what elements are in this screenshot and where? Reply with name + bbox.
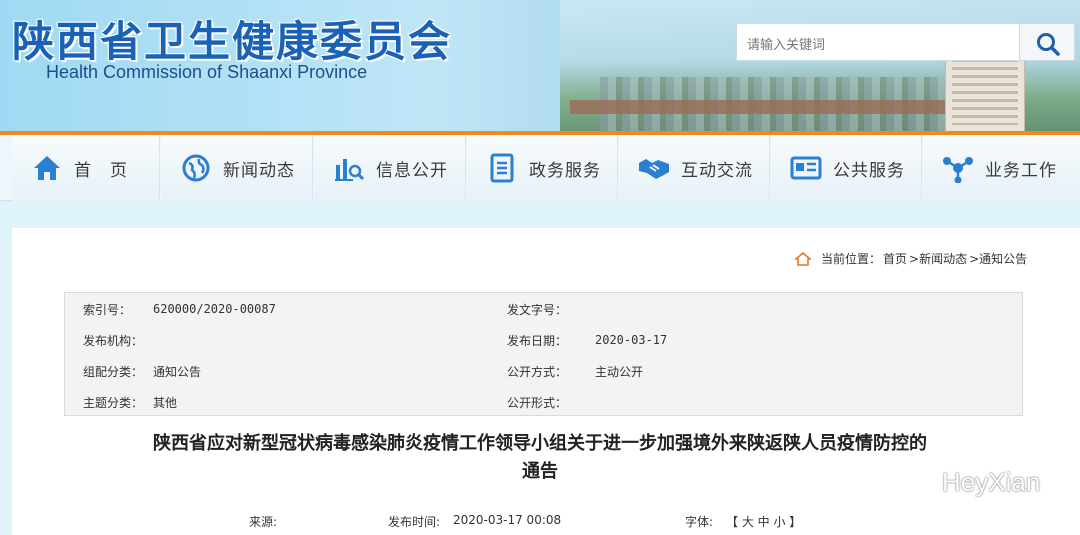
breadcrumb-prefix: 当前位置： (821, 252, 882, 266)
site-subtitle: Health Commission of Shaanxi Province (46, 62, 368, 82)
article-title-line1: 陕西省应对新型冠状病毒感染肺炎疫情工作领导小组关于进一步加强境外来陕返陕人员疫情… (153, 433, 927, 454)
site-header: 陕西省卫生健康委员会 Health Commission of Shaanxi … (0, 0, 1080, 132)
font-size-switcher[interactable]: 【 大 中 小 】 (726, 513, 801, 530)
nav-item-label: 公共服务 (833, 160, 905, 181)
topic-value: 其他 (153, 396, 178, 410)
breadcrumb-link-notices[interactable]: >通知公告 (969, 250, 1027, 267)
breadcrumb-home-icon (795, 251, 811, 266)
nav-item-home[interactable]: 首 页 (12, 135, 160, 201)
breadcrumb-link-news[interactable]: >新闻动态 (909, 250, 967, 267)
nav-item-interaction[interactable]: 互动交流 (619, 135, 770, 201)
nav-item-label: 新闻动态 (223, 160, 295, 181)
watermark: HeyXian (888, 464, 1040, 500)
nav-item-label: 信息公开 (376, 160, 448, 181)
nav-item-news[interactable]: 新闻动态 (161, 135, 313, 201)
org-label: 发布机构： (83, 334, 144, 348)
source-label: 来源: (249, 515, 278, 529)
nav-item-label: 政务服务 (529, 160, 601, 181)
breadcrumb: 当前位置： 首页 >新闻动态 >通知公告 (795, 250, 1029, 267)
network-icon (941, 151, 975, 185)
nav-item-label: 互动交流 (681, 160, 753, 181)
open-mode-value: 主动公开 (595, 365, 644, 379)
nav-item-public-services[interactable]: 公共服务 (771, 135, 922, 201)
handshake-icon (637, 151, 671, 185)
nav-item-label: 首 页 (74, 160, 128, 181)
publish-time-value: 2020-03-17 00:08 (453, 513, 562, 527)
document-icon (485, 151, 519, 185)
date-label: 发布日期： (507, 334, 568, 348)
date-value: 2020-03-17 (595, 333, 668, 347)
search-button[interactable] (1019, 23, 1075, 61)
globe-icon (179, 151, 213, 185)
index-label: 索引号： (83, 303, 132, 317)
search-icon (1037, 33, 1060, 56)
docno-label: 发文字号： (507, 303, 568, 317)
category-label: 组配分类： (83, 365, 144, 379)
breadcrumb-link-home[interactable]: 首页 (883, 250, 907, 267)
site-title: 陕西省卫生健康委员会 (12, 17, 453, 66)
city-wall (570, 100, 950, 114)
open-mode-label: 公开方式： (507, 365, 568, 379)
nav-item-government-services[interactable]: 政务服务 (467, 135, 618, 201)
topic-label: 主题分类： (83, 396, 144, 410)
id-card-icon (789, 151, 823, 185)
document-metadata-table: 索引号： 620000/2020-00087 发文字号： 发布机构： 发布日期：… (64, 292, 1023, 416)
category-value: 通知公告 (153, 365, 202, 379)
wechat-icon (889, 466, 932, 497)
nav-item-info-disclosure[interactable]: 信息公开 (314, 135, 466, 201)
font-size-label: 字体: (685, 515, 714, 529)
index-value: 620000/2020-00087 (153, 302, 276, 316)
nav-item-business-work[interactable]: 业务工作 (923, 135, 1080, 201)
main-nav: 首 页 新闻动态 信息公开 政务服务 互动交流 公共服务 业务工作 (0, 135, 1080, 201)
chart-search-icon (332, 151, 366, 185)
open-form-label: 公开形式： (507, 396, 568, 410)
home-icon (30, 151, 64, 185)
search-input[interactable]: 请输入关键词 (736, 23, 1019, 61)
nav-item-label: 业务工作 (985, 160, 1057, 181)
watermark-text: HeyXian (942, 466, 1041, 497)
publish-time-label: 发布时间: (388, 515, 441, 529)
page: 陕西省卫生健康委员会 Health Commission of Shaanxi … (0, 0, 1080, 535)
